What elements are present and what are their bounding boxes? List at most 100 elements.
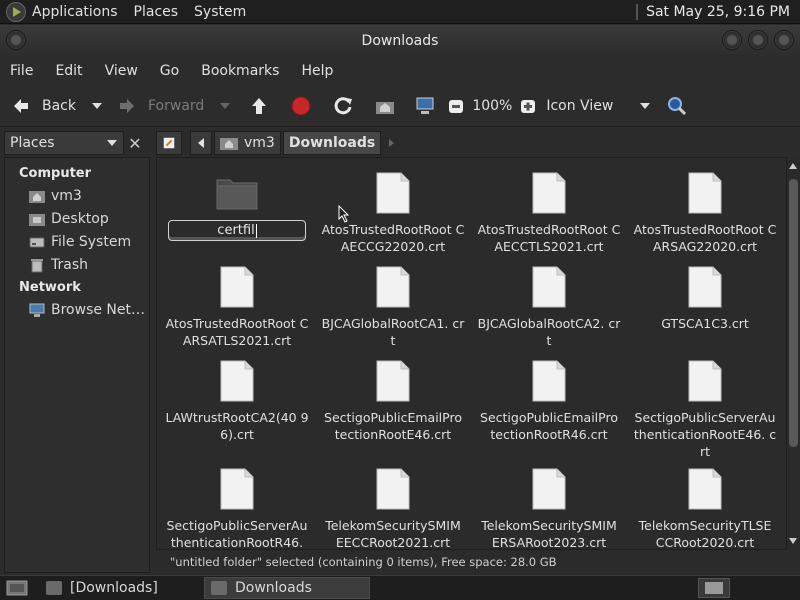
view-mode-value: Icon View [546,97,614,114]
network-icon [29,303,45,317]
panel-menu-applications[interactable]: Applications [32,4,118,20]
sidebar-item-vm3[interactable]: vm3 [5,184,149,207]
file-name: AtosTrustedRootRoot CAECCG22020.crt [321,222,465,254]
path-segment-label: Downloads [288,135,376,151]
search-icon[interactable] [666,95,688,117]
scrollbar-thumb[interactable] [789,179,798,447]
file-name: BJCAGlobalRootCA1. crt [321,316,465,348]
menu-bookmarks[interactable]: Bookmarks [201,63,279,79]
gnome-foot-icon[interactable] [6,1,26,22]
reload-icon[interactable] [332,95,354,117]
sidebar-type-select[interactable]: Places [4,131,124,155]
stop-icon[interactable] [290,95,312,117]
back-label: Back [42,97,76,114]
file-item[interactable]: SectigoPublicServerAu thenticationRootE4… [627,360,783,460]
show-desktop-icon[interactable] [6,579,28,597]
file-item[interactable]: BJCAGlobalRootCA1. crt [315,266,471,349]
zoom-level[interactable]: 100% [472,98,512,114]
chevron-right-icon[interactable] [389,139,395,147]
file-item[interactable]: LAWtrustRootCA2(40 96).crt [159,360,315,443]
panel-menu-system[interactable]: System [194,4,246,20]
file-item[interactable]: AtosTrustedRootRoot CARSAG22020.crt [627,172,783,255]
text-file-icon [532,172,566,214]
minimize-button[interactable] [722,30,742,50]
scroll-down-arrow[interactable] [789,538,797,544]
file-item[interactable]: GTSCA1C3.crt [627,266,783,332]
maximize-button[interactable] [748,30,768,50]
up-arrow-icon[interactable] [248,95,270,117]
window-titlebar[interactable]: Downloads [0,25,800,57]
workspace-icon [705,582,723,594]
zoom-out-icon[interactable] [448,95,464,117]
file-item[interactable]: TelekomSecuritySMIM EECCRoot2021.crt [315,468,471,550]
forward-history-dropdown[interactable] [220,102,231,109]
sidebar-item-label: File System [51,233,132,250]
menu-edit[interactable]: Edit [55,63,82,79]
sidebar-heading-network: Network [19,280,81,295]
menu-go[interactable]: Go [160,63,179,79]
menubar: File Edit View Go Bookmarks Help [0,57,800,85]
file-item[interactable]: SectigoPublicEmailPro tectionRootE46.crt [315,360,471,443]
panel-separator [636,3,639,20]
back-history-dropdown[interactable] [92,102,102,109]
computer-icon[interactable] [414,95,436,117]
taskbar-item-downloads-inactive[interactable]: [Downloads] [40,577,200,599]
file-name: SectigoPublicServerAu thenticationRootR4… [166,518,308,550]
text-file-icon [688,172,722,214]
scroll-up-arrow[interactable] [789,163,797,169]
file-item[interactable]: AtosTrustedRootRoot CAECCTLS2021.crt [471,172,627,255]
file-name: TelekomSecuritySMIM EECCRoot2021.crt [325,518,461,550]
forward-button[interactable]: Forward [116,91,204,121]
sidebar-item-browse-network[interactable]: Browse Net… [5,298,149,321]
file-icon-view[interactable]: certfil AtosTrustedRootRoot CAECCG22020.… [156,157,787,550]
file-name: TelekomSecuritySMIM ERSARoot2023.crt [481,518,617,550]
panel-clock[interactable]: Sat May 25, 9:16 PM [646,4,790,20]
sidebar-item-trash[interactable]: Trash [5,253,149,276]
path-scroll-left-button[interactable] [190,131,212,155]
file-item[interactable]: BJCAGlobalRootCA2. crt [471,266,627,349]
file-item[interactable]: SectigoPublicEmailPro tectionRootR46.crt [471,360,627,443]
text-file-icon [220,468,254,510]
vertical-scrollbar[interactable] [787,157,800,550]
panel-menu-places[interactable]: Places [134,4,179,20]
menu-help[interactable]: Help [301,63,333,79]
sidebar-item-label: Trash [51,256,88,273]
text-file-icon [532,266,566,308]
drive-icon [29,237,45,247]
home-folder-icon[interactable] [374,95,396,117]
back-arrow-icon [14,98,28,113]
file-item[interactable]: TelekomSecuritySMIM ERSARoot2023.crt [471,468,627,550]
file-item[interactable]: AtosTrustedRootRoot CARSATLS2021.crt [159,266,315,349]
home-folder-icon [220,138,238,150]
workspace-switcher[interactable] [698,578,730,598]
path-segment-vm3[interactable]: vm3 [214,131,281,155]
file-item[interactable]: SectigoPublicServerAu thenticationRootR4… [159,468,315,550]
edit-location-icon [163,137,175,149]
folder-item-untitled[interactable]: certfil [159,176,315,241]
path-segment-downloads[interactable]: Downloads [282,131,382,155]
window-menu-button[interactable] [6,30,26,50]
file-name: AtosTrustedRootRoot CAECCTLS2021.crt [477,222,621,254]
file-item[interactable]: TelekomSecurityTLSE CCRoot2020.crt [627,468,783,550]
toggle-location-entry-button[interactable] [156,131,182,155]
close-window-button[interactable] [774,30,794,50]
back-button[interactable]: Back [10,91,76,121]
file-name: TelekomSecurityTLSE CCRoot2020.crt [638,518,772,550]
text-file-icon [688,360,722,402]
rename-input[interactable]: certfil [168,220,306,241]
folder-icon [46,581,62,595]
menu-file[interactable]: File [10,63,33,79]
taskbar-item-label: [Downloads] [70,580,158,596]
sidebar-item-file-system[interactable]: File System [5,230,149,253]
zoom-in-icon[interactable] [520,95,536,117]
sidebar-item-desktop[interactable]: Desktop [5,207,149,230]
text-file-icon [376,172,410,214]
view-mode-select[interactable]: Icon View [546,91,651,121]
folder-icon [211,581,227,595]
status-bar: "untitled folder" selected (containing 0… [156,551,800,573]
menu-view[interactable]: View [105,63,138,79]
path-segment-label: vm3 [244,135,275,151]
folder-icon [216,179,258,210]
close-icon[interactable]: ✕ [124,132,146,154]
taskbar-item-downloads-active[interactable]: Downloads [204,577,370,599]
